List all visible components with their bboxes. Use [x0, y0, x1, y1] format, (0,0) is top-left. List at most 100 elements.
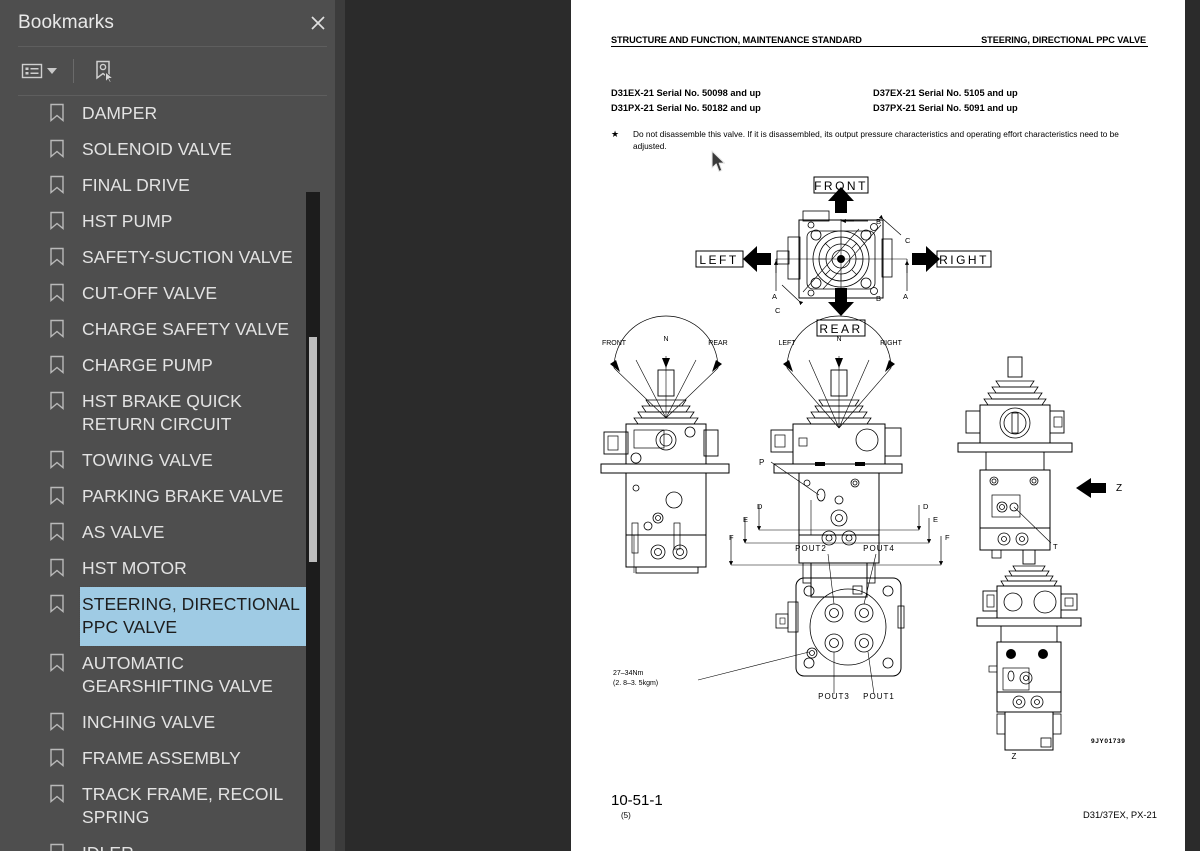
bookmark-icon	[49, 211, 65, 231]
bookmark-item-label: AUTOMATIC GEARSHIFTING VALVE	[82, 653, 273, 696]
bookmarks-toolbar	[0, 47, 345, 95]
bookmark-item-label: TRACK FRAME, RECOIL SPRING	[82, 784, 283, 827]
bookmark-item[interactable]: AS VALVE	[0, 515, 345, 551]
model-code: D31/37EX, PX-21	[1082, 809, 1157, 820]
svg-text:A: A	[772, 292, 777, 301]
serial-left-2: D31PX-21 Serial No. 50182 and up	[611, 103, 761, 113]
page-footer: 10-51-1 (5) D31/37EX, PX-21	[611, 793, 1157, 823]
close-icon[interactable]	[305, 10, 331, 36]
header-right-text: STEERING, DIRECTIONAL PPC VALVE	[981, 35, 1146, 45]
svg-text:27–34Nm: 27–34Nm	[613, 670, 644, 677]
bookmark-item[interactable]: PARKING BRAKE VALVE	[0, 479, 345, 515]
svg-text:(2. 8–3. 5kgm): (2. 8–3. 5kgm)	[613, 680, 658, 687]
svg-text:Z: Z	[1012, 752, 1017, 761]
svg-text:POUT1: POUT1	[863, 692, 895, 701]
svg-text:N: N	[836, 336, 841, 343]
bookmark-item[interactable]: HST MOTOR	[0, 551, 345, 587]
bookmark-item-label: SOLENOID VALVE	[82, 139, 232, 159]
svg-text:B: B	[876, 217, 881, 226]
svg-text:E: E	[933, 515, 938, 524]
sidebar-scrollbar-thumb[interactable]	[309, 337, 317, 562]
pdf-page: STRUCTURE AND FUNCTION, MAINTENANCE STAN…	[571, 0, 1185, 851]
bookmark-icon	[49, 594, 65, 614]
bookmarks-title: Bookmarks	[18, 12, 114, 33]
bookmark-item[interactable]: CHARGE PUMP	[0, 348, 345, 384]
svg-text:RIGHT: RIGHT	[939, 253, 989, 267]
svg-text:FRONT: FRONT	[602, 340, 627, 347]
bookmark-item-label: CHARGE SAFETY VALVE	[82, 319, 290, 339]
svg-text:POUT4: POUT4	[863, 544, 895, 553]
bookmark-item-label: AS VALVE	[82, 522, 165, 542]
sidebar-scrollbar[interactable]	[306, 192, 320, 851]
new-bookmark-icon[interactable]	[89, 56, 119, 86]
serial-number-block: D31EX-21 Serial No. 50098 and up D37EX-2…	[611, 86, 1148, 116]
bookmark-item[interactable]: DAMPER	[0, 96, 345, 132]
bookmarks-sidebar: Bookmarks DAMPER SOLENOID VALVE FINAL DR…	[0, 0, 345, 851]
svg-text:A: A	[903, 292, 908, 301]
page-number-block: 10-51-1 (5)	[611, 793, 663, 823]
header-left-text: STRUCTURE AND FUNCTION, MAINTENANCE STAN…	[611, 35, 862, 45]
bookmark-icon	[49, 784, 65, 804]
svg-text:D: D	[923, 502, 929, 511]
bookmark-icon	[49, 653, 65, 673]
bookmark-item[interactable]: IDLER	[0, 836, 345, 851]
bookmark-item[interactable]: HST BRAKE QUICK RETURN CIRCUIT	[0, 384, 345, 443]
svg-text:REAR: REAR	[708, 340, 727, 347]
bookmark-item[interactable]: HST PUMP	[0, 204, 345, 240]
bookmarks-list: DAMPER SOLENOID VALVE FINAL DRIVE HST PUMP S…	[0, 96, 345, 851]
bookmark-item-label: DAMPER	[82, 103, 158, 123]
sidebar-right-edge	[335, 0, 345, 851]
svg-text:B: B	[876, 294, 881, 303]
bookmark-icon	[49, 843, 65, 851]
bookmark-item[interactable]: TRACK FRAME, RECOIL SPRING	[0, 777, 345, 836]
bookmark-item-label: TOWING VALVE	[82, 450, 213, 470]
serial-row: D31PX-21 Serial No. 50182 and up D37PX-2…	[611, 101, 1148, 116]
valve-figure-svg: FRONT REAR LEFT RIGHT B B A A C C FRONT …	[600, 176, 1125, 761]
serial-right-2: D37PX-21 Serial No. 5091 and up	[873, 103, 1018, 113]
bookmark-icon	[49, 558, 65, 578]
svg-text:N: N	[663, 336, 668, 343]
bookmarks-header: Bookmarks	[0, 0, 345, 46]
valve-figure: FRONT REAR LEFT RIGHT B B A A C C FRONT …	[571, 165, 1185, 765]
bookmark-item[interactable]: SOLENOID VALVE	[0, 132, 345, 168]
bookmark-icon	[49, 247, 65, 267]
svg-text:LEFT: LEFT	[699, 253, 738, 267]
svg-text:RIGHT: RIGHT	[880, 340, 903, 347]
list-options-icon[interactable]	[18, 56, 60, 86]
serial-row: D31EX-21 Serial No. 50098 and up D37EX-2…	[611, 86, 1148, 101]
serial-right-1: D37EX-21 Serial No. 5105 and up	[873, 88, 1018, 98]
bookmark-item-label: INCHING VALVE	[82, 712, 216, 732]
bookmark-item-label: HST PUMP	[82, 211, 173, 231]
serial-left-1: D31EX-21 Serial No. 50098 and up	[611, 88, 761, 98]
bookmark-item[interactable]: FINAL DRIVE	[0, 168, 345, 204]
svg-text:Z: Z	[1116, 483, 1122, 494]
bookmark-item-label: HST BRAKE QUICK RETURN CIRCUIT	[82, 391, 242, 434]
bookmark-icon	[49, 748, 65, 768]
svg-text:FRONT: FRONT	[814, 179, 868, 193]
bookmark-item[interactable]: SAFETY-SUCTION VALVE	[0, 240, 345, 276]
bookmark-item-label: SAFETY-SUCTION VALVE	[82, 247, 293, 267]
bookmark-icon	[49, 391, 65, 411]
bookmark-item-label: CHARGE PUMP	[82, 355, 213, 375]
bookmark-icon	[49, 139, 65, 159]
svg-text:F: F	[945, 533, 950, 542]
bookmark-icon	[49, 712, 65, 732]
bookmark-icon	[49, 175, 65, 195]
bookmark-item[interactable]: INCHING VALVE	[0, 705, 345, 741]
caution-note-text: Do not disassemble this valve. If it is …	[633, 129, 1119, 151]
bookmark-item[interactable]: CUT-OFF VALVE	[0, 276, 345, 312]
svg-text:C: C	[905, 236, 911, 245]
bookmark-item[interactable]: CHARGE SAFETY VALVE	[0, 312, 345, 348]
bookmark-item[interactable]: FRAME ASSEMBLY	[0, 741, 345, 777]
svg-text:F: F	[729, 533, 734, 542]
bookmark-item[interactable]: AUTOMATIC GEARSHIFTING VALVE	[0, 646, 345, 705]
svg-text:9JY01739: 9JY01739	[1091, 738, 1125, 745]
bookmark-icon	[49, 450, 65, 470]
svg-text:REAR: REAR	[819, 322, 862, 336]
bookmark-item-label: FRAME ASSEMBLY	[82, 748, 241, 768]
chevron-down-icon	[47, 68, 57, 74]
svg-text:POUT2: POUT2	[795, 544, 827, 553]
bookmark-item[interactable]: STEERING, DIRECTIONAL PPC VALVE	[0, 586, 345, 647]
bookmark-item[interactable]: TOWING VALVE	[0, 443, 345, 479]
bookmark-icon	[49, 319, 65, 339]
